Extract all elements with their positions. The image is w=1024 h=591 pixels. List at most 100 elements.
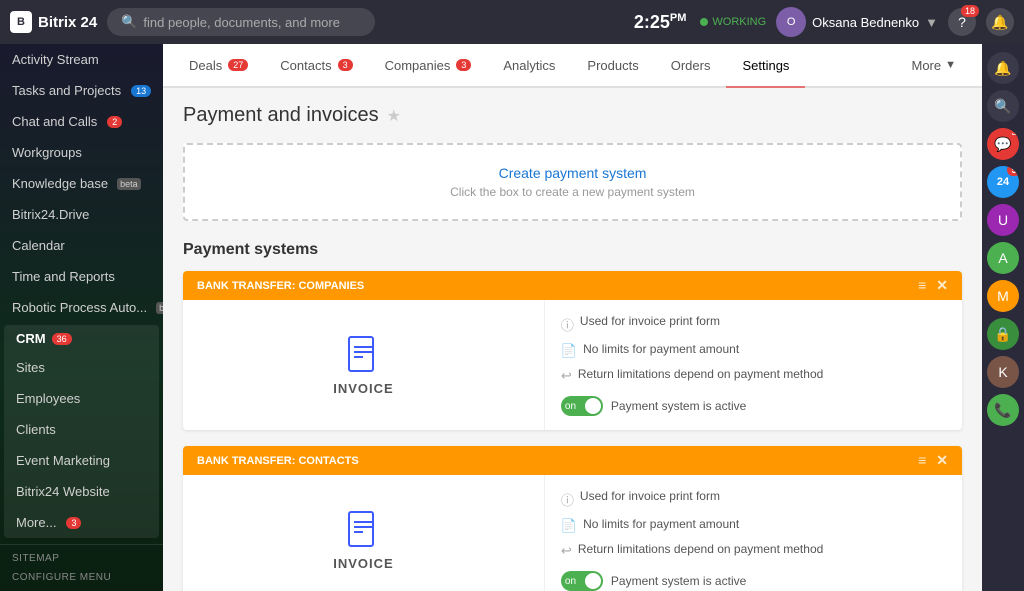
sidebar-item-sites[interactable]: Sites <box>4 352 159 383</box>
sitemap-link[interactable]: SITEMAP <box>0 549 163 568</box>
configure-menu-link[interactable]: CONFIGURE MENU <box>0 568 163 587</box>
right-bell-button[interactable]: 🔔 <box>987 52 1019 84</box>
toggle-row-0: on Payment system is active <box>561 396 946 416</box>
sidebar-item-knowledge[interactable]: Knowledge base beta <box>0 168 163 199</box>
invoice-icon-0: INVOICE <box>333 335 393 396</box>
info-row-1-2: ↩ Return limitations depend on payment m… <box>561 542 946 559</box>
crm-label: CRM <box>16 331 46 346</box>
notifications-button[interactable]: 🔔 <box>986 8 1014 36</box>
knowledge-label: Knowledge base <box>12 176 108 191</box>
drive-label: Bitrix24.Drive <box>12 207 89 222</box>
sidebar-item-more[interactable]: More... 3 <box>4 507 159 538</box>
sidebar-item-chat[interactable]: Chat and Calls 2 <box>0 106 163 137</box>
workgroups-label: Workgroups <box>12 145 82 160</box>
calendar-label: Calendar <box>12 238 65 253</box>
sidebar-item-reports[interactable]: Time and Reports <box>0 261 163 292</box>
sidebar-item-workgroups[interactable]: Workgroups <box>0 137 163 168</box>
more-badge: 3 <box>66 517 81 529</box>
content-area: Deals 27 Contacts 3 Companies 3 Analytic… <box>163 44 982 591</box>
clients-label: Clients <box>16 422 56 437</box>
right-avatar-1[interactable]: U <box>987 204 1019 236</box>
more-label: More... <box>16 515 56 530</box>
page-title-row: Payment and invoices ★ <box>183 104 962 127</box>
payment-card-right-1: ⓘ Used for invoice print form 📄 No limit… <box>545 475 962 591</box>
sidebar-item-activity[interactable]: Activity Stream <box>0 44 163 75</box>
invite-users-link[interactable]: INVITE USERS <box>0 587 163 591</box>
deals-badge: 27 <box>228 59 248 71</box>
close-icon[interactable]: ✕ <box>936 452 948 469</box>
employees-label: Employees <box>16 391 80 406</box>
tab-analytics[interactable]: Analytics <box>487 44 571 88</box>
search-bar[interactable]: 🔍 <box>107 8 374 36</box>
file-icon: 📄 <box>561 518 577 534</box>
card-actions-1: ≡ ✕ <box>918 452 948 469</box>
sidebar-item-website[interactable]: Bitrix24 Website <box>4 476 159 507</box>
tab-deals[interactable]: Deals 27 <box>173 44 264 88</box>
page-content: Payment and invoices ★ Create payment sy… <box>163 88 982 591</box>
info-row-1-1: 📄 No limits for payment amount <box>561 517 946 534</box>
right-lock-button[interactable]: 🔒 <box>987 318 1019 350</box>
info-icon: ⓘ <box>561 315 574 334</box>
return-icon: ↩ <box>561 543 572 559</box>
payment-card-body-1: INVOICE ⓘ Used for invoice print form 📄 … <box>183 475 962 591</box>
crm-header[interactable]: CRM 36 <box>4 325 159 352</box>
sidebar-divider <box>0 544 163 545</box>
menu-icon[interactable]: ≡ <box>918 277 926 294</box>
favorite-icon[interactable]: ★ <box>387 106 401 126</box>
tab-contacts[interactable]: Contacts 3 <box>264 44 368 88</box>
chat-label: Chat and Calls <box>12 114 97 129</box>
chat-badge: 2 <box>107 116 122 128</box>
help-button[interactable]: ? 18 <box>948 8 976 36</box>
sidebar-item-event-marketing[interactable]: Event Marketing <box>4 445 159 476</box>
section-title: Payment systems <box>183 241 962 259</box>
tab-companies[interactable]: Companies 3 <box>369 44 488 88</box>
payment-toggle-0[interactable]: on <box>561 396 603 416</box>
close-icon[interactable]: ✕ <box>936 277 948 294</box>
info-row-0-2: ↩ Return limitations depend on payment m… <box>561 367 946 384</box>
lock-icon: 🔒 <box>994 326 1011 343</box>
sidebar-item-clients[interactable]: Clients <box>4 414 159 445</box>
crm-badge: 36 <box>52 333 72 345</box>
invoice-icon-1: INVOICE <box>333 510 393 571</box>
return-icon: ↩ <box>561 368 572 384</box>
status-indicator: WORKING <box>700 16 766 28</box>
right-avatar-2[interactable]: A <box>987 242 1019 274</box>
search-input[interactable] <box>143 15 360 30</box>
tasks-badge: 13 <box>131 85 151 97</box>
info-icon: ⓘ <box>561 490 574 509</box>
tab-settings[interactable]: Settings <box>726 44 805 88</box>
contacts-badge: 3 <box>338 59 353 71</box>
tab-more[interactable]: More ▼ <box>895 44 972 88</box>
companies-badge: 3 <box>456 59 471 71</box>
right-sidebar: 🔔 🔍 💬 3 24 5 U A M 🔒 K 📞 <box>982 44 1024 591</box>
search-icon: 🔍 <box>121 14 137 30</box>
tab-products[interactable]: Products <box>571 44 654 88</box>
create-payment-sub: Click the box to create a new payment sy… <box>205 185 940 199</box>
menu-icon[interactable]: ≡ <box>918 452 926 469</box>
right-avatar-3[interactable]: M <box>987 280 1019 312</box>
rpa-label: Robotic Process Auto... <box>12 300 147 315</box>
sidebar-item-employees[interactable]: Employees <box>4 383 159 414</box>
right-search-button[interactable]: 🔍 <box>987 90 1019 122</box>
logo[interactable]: B Bitrix 24 <box>10 11 97 33</box>
right-phone-button[interactable]: 📞 <box>987 394 1019 426</box>
card-actions-0: ≡ ✕ <box>918 277 948 294</box>
toggle-row-1: on Payment system is active <box>561 571 946 591</box>
sidebar-item-rpa[interactable]: Robotic Process Auto... beta <box>0 292 163 323</box>
create-payment-box[interactable]: Create payment system Click the box to c… <box>183 143 962 221</box>
right-chat-button[interactable]: 💬 3 <box>987 128 1019 160</box>
tab-bar: Deals 27 Contacts 3 Companies 3 Analytic… <box>163 44 982 88</box>
avatar: O <box>776 7 806 37</box>
main-layout: Activity Stream Tasks and Projects 13 Ch… <box>0 44 1024 591</box>
search-icon: 🔍 <box>994 98 1011 115</box>
tab-orders[interactable]: Orders <box>655 44 727 88</box>
right-avatar-4[interactable]: K <box>987 356 1019 388</box>
sidebar-item-calendar[interactable]: Calendar <box>0 230 163 261</box>
payment-toggle-1[interactable]: on <box>561 571 603 591</box>
right-24-button[interactable]: 24 5 <box>987 166 1019 198</box>
chat-icon: 💬 <box>994 136 1011 153</box>
user-info[interactable]: O Oksana Bednenko ▼ <box>776 7 938 37</box>
sidebar-item-tasks[interactable]: Tasks and Projects 13 <box>0 75 163 106</box>
crm-section: CRM 36 Sites Employees Clients Event Mar… <box>4 325 159 538</box>
sidebar-item-drive[interactable]: Bitrix24.Drive <box>0 199 163 230</box>
